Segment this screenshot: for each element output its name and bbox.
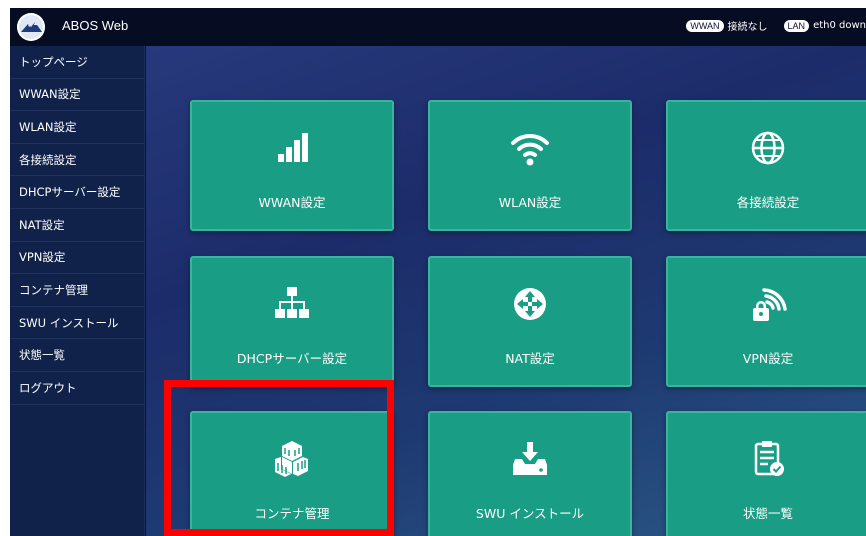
wifi-lock-icon: [748, 284, 788, 324]
tile-label: DHCPサーバー設定: [236, 351, 348, 366]
lan-badge: LAN: [783, 19, 810, 32]
tile-wwan[interactable]: WWAN設定: [190, 100, 394, 231]
tile-label: WWAN設定: [258, 195, 326, 210]
sidebar-item-swu-install[interactable]: SWU インストール: [10, 307, 144, 340]
signal-bars-icon: [272, 128, 312, 168]
main-content: WWAN設定 WLAN設定 各接続設定 DHCPサーバー設定 NAT設定 VPN…: [146, 46, 866, 536]
tile-status[interactable]: 状態一覧: [666, 411, 866, 536]
router-arrows-icon: [510, 284, 550, 324]
tile-label: SWU インストール: [475, 506, 585, 521]
sidebar-item-top[interactable]: トップページ: [10, 46, 144, 79]
tile-label: 各接続設定: [736, 195, 800, 210]
connection-status: WWAN 接続なし LAN eth0 down: [686, 18, 866, 33]
wwan-status-text: 接続なし: [727, 22, 768, 33]
tile-vpn[interactable]: VPN設定: [666, 256, 866, 387]
sidebar: トップページ WWAN設定 WLAN設定 各接続設定 DHCPサーバー設定 NA…: [10, 46, 145, 536]
download-tray-icon: [510, 439, 550, 479]
sidebar-item-logout[interactable]: ログアウト: [10, 372, 144, 405]
sidebar-item-containers[interactable]: コンテナ管理: [10, 274, 144, 307]
tile-label: WLAN設定: [498, 195, 562, 210]
sidebar-item-dhcp[interactable]: DHCPサーバー設定: [10, 176, 144, 209]
abos-logo-icon[interactable]: [17, 13, 45, 41]
containers-icon: [272, 439, 312, 479]
tile-connections[interactable]: 各接続設定: [666, 100, 866, 231]
app-window: ABOS Web WWAN 接続なし LAN eth0 down トップページ …: [10, 8, 866, 536]
top-bar: ABOS Web WWAN 接続なし LAN eth0 down: [10, 8, 866, 46]
sidebar-item-vpn[interactable]: VPN設定: [10, 242, 144, 275]
sidebar-item-nat[interactable]: NAT設定: [10, 209, 144, 242]
tile-label: 状態一覧: [742, 506, 793, 521]
app-title[interactable]: ABOS Web: [62, 18, 128, 33]
tile-nat[interactable]: NAT設定: [428, 256, 632, 387]
tile-label: コンテナ管理: [254, 506, 330, 521]
tile-wlan[interactable]: WLAN設定: [428, 100, 632, 231]
lan-status-text: eth0 down: [813, 20, 866, 31]
clipboard-check-icon: [748, 439, 788, 479]
screenshot-frame: ABOS Web WWAN 接続なし LAN eth0 down トップページ …: [0, 0, 866, 536]
sidebar-item-wlan[interactable]: WLAN設定: [10, 111, 144, 144]
network-tree-icon: [272, 284, 312, 324]
tile-containers[interactable]: コンテナ管理: [190, 411, 394, 536]
sidebar-item-connections[interactable]: 各接続設定: [10, 144, 144, 177]
wifi-icon: [510, 128, 550, 168]
tile-swu-install[interactable]: SWU インストール: [428, 411, 632, 536]
globe-icon: [748, 128, 788, 168]
sidebar-item-status[interactable]: 状態一覧: [10, 339, 144, 372]
sidebar-item-wwan[interactable]: WWAN設定: [10, 79, 144, 112]
wwan-badge: WWAN: [686, 19, 724, 32]
tile-label: NAT設定: [505, 351, 555, 366]
tile-dhcp[interactable]: DHCPサーバー設定: [190, 256, 394, 387]
tile-label: VPN設定: [742, 351, 794, 366]
